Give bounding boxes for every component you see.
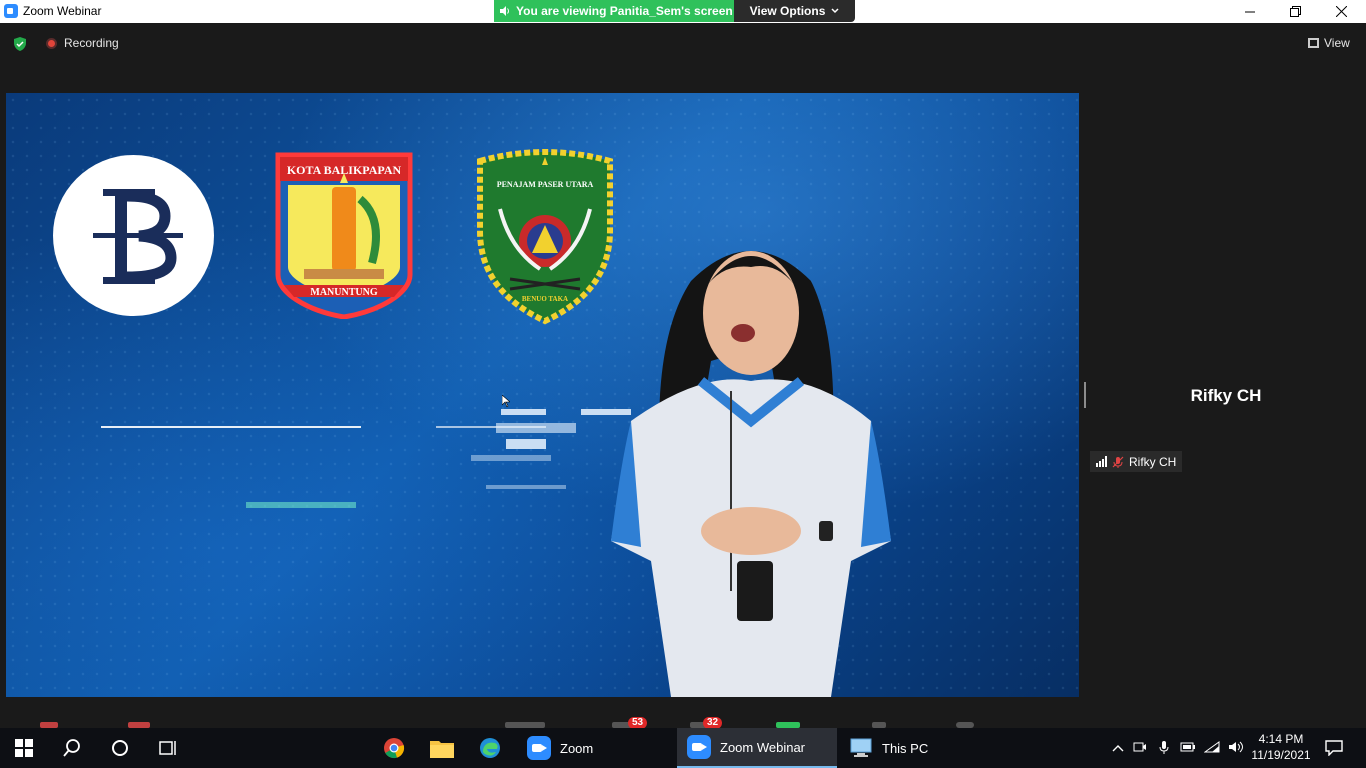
glow-line (101, 426, 361, 428)
taskbar-app-zoom-webinar[interactable]: Zoom Webinar (677, 728, 837, 768)
glitch-bar (246, 502, 356, 508)
meeting-bottom-toolbar (0, 712, 1366, 728)
file-explorer-button[interactable] (418, 728, 466, 768)
restore-button[interactable] (1272, 0, 1318, 23)
window-title: Zoom Webinar (23, 4, 102, 18)
view-button[interactable]: View (1308, 36, 1350, 50)
taskbar-clock[interactable]: 4:14 PM 11/19/2021 (1248, 731, 1314, 763)
this-pc-icon (850, 738, 872, 757)
balikpapan-bottom-text: MANUNTUNG (310, 287, 377, 298)
action-center-button[interactable] (1310, 728, 1358, 768)
presenter-video (611, 251, 891, 697)
folder-icon (430, 741, 454, 758)
shared-screen: KOTA BALIKPAPAN MANUNTUNG PENAJAM PASER … (6, 93, 1079, 697)
mic-muted-icon (1112, 456, 1124, 468)
recording-dot-icon (46, 38, 57, 49)
edge-button[interactable] (466, 728, 514, 768)
screen-share-banner: You are viewing Panitia_Sem's screen (494, 0, 734, 22)
glitch-bar (496, 423, 576, 433)
meeting-top-bar (0, 23, 1366, 63)
clock-date: 11/19/2021 (1251, 748, 1311, 762)
bank-indonesia-mark (93, 189, 183, 284)
cortana-icon (112, 740, 128, 756)
taskbar-app-label: Zoom Webinar (720, 739, 806, 755)
view-label: View (1324, 36, 1350, 50)
task-view-icon (159, 741, 176, 755)
ppu-bottom-text: BENUO TAKA (522, 295, 568, 303)
windows-logo-icon (15, 739, 33, 757)
wifi-icon[interactable] (1200, 740, 1224, 756)
zoom-icon (687, 735, 711, 759)
microphone-icon[interactable] (1152, 740, 1176, 757)
camera-icon[interactable] (1128, 741, 1152, 756)
task-view-button[interactable] (144, 728, 192, 768)
glitch-bar (501, 409, 546, 415)
panel-resize-handle[interactable] (1084, 382, 1086, 408)
edge-icon (480, 738, 500, 758)
mouse-cursor-icon (502, 395, 510, 407)
signal-strength-icon (1096, 456, 1107, 467)
volume-icon[interactable] (1224, 741, 1248, 756)
zoom-icon (527, 736, 551, 760)
participant-tag-name: Rifky CH (1129, 454, 1177, 469)
taskbar-app-this-pc[interactable]: This PC (839, 728, 997, 768)
system-tray (1108, 728, 1248, 768)
zoom-app-icon (4, 4, 18, 18)
view-options-label: View Options (749, 4, 826, 18)
close-icon (1335, 6, 1347, 17)
minimize-button[interactable] (1227, 0, 1273, 23)
clock-time: 4:14 PM (1258, 732, 1304, 746)
search-icon (63, 739, 80, 757)
balikpapan-shield: KOTA BALIKPAPAN MANUNTUNG (275, 152, 413, 320)
taskbar-app-label: This PC (882, 740, 929, 756)
share-banner-text: You are viewing Panitia_Sem's screen (516, 4, 733, 18)
taskbar-app-label: Zoom (560, 740, 594, 756)
title-bar: Zoom Webinar You are viewing Panitia_Sem… (0, 0, 1366, 23)
active-speaker-name: Rifky CH (1190, 386, 1262, 405)
ppu-top-text: PENAJAM PASER UTARA (497, 180, 594, 189)
chrome-button[interactable] (370, 728, 418, 768)
close-button[interactable] (1318, 0, 1364, 23)
shield-check-icon[interactable] (13, 37, 27, 51)
glitch-bar (471, 455, 551, 461)
chevron-down-icon (831, 8, 839, 14)
restore-icon (1289, 6, 1301, 17)
minimize-icon (1245, 11, 1255, 12)
participant-tag: Rifky CH (1090, 451, 1183, 472)
search-button[interactable] (48, 728, 96, 768)
cortana-button[interactable] (96, 728, 144, 768)
kota-balikpapan-emblem: KOTA BALIKPAPAN MANUNTUNG (274, 151, 414, 320)
speaker-icon (500, 6, 509, 16)
chevron-up-icon[interactable] (1108, 741, 1128, 755)
bank-indonesia-logo (53, 155, 214, 316)
taskbar-app-zoom[interactable]: Zoom (517, 728, 675, 768)
notification-icon (1325, 740, 1343, 756)
glitch-bar (506, 439, 546, 449)
recording-label[interactable]: Recording (64, 36, 119, 50)
view-grid-icon (1308, 38, 1319, 48)
start-button[interactable] (0, 728, 48, 768)
battery-icon[interactable] (1176, 741, 1200, 755)
chrome-icon (384, 738, 405, 759)
glitch-bar (486, 485, 566, 489)
view-options-button[interactable]: View Options (734, 0, 855, 22)
